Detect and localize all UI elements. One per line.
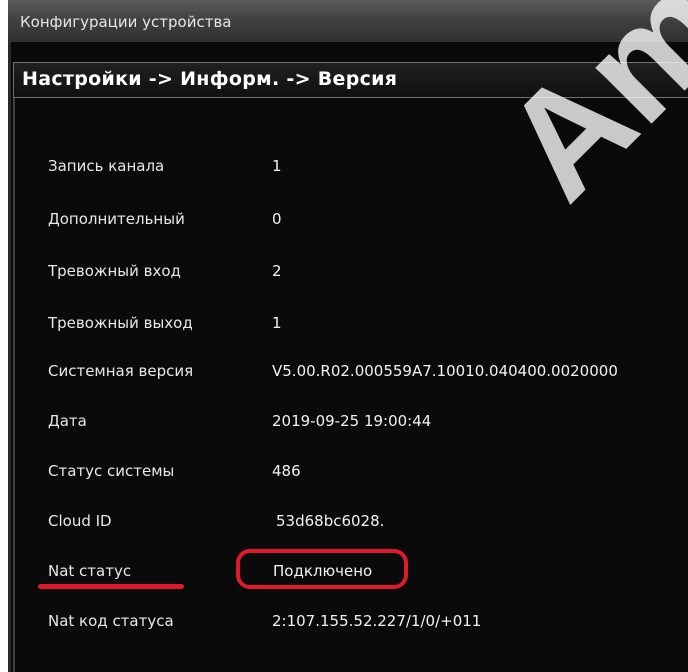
info-label: Nat статус: [48, 562, 132, 580]
device-config-window: Конфигурации устройства Настройки -> Инф…: [0, 0, 688, 672]
info-label: Запись канала: [48, 157, 165, 175]
info-label: Тревожный вход: [48, 262, 181, 280]
window-left-edge: [0, 0, 8, 672]
info-label: Дополнительный: [48, 210, 185, 228]
breadcrumb-text: Настройки -> Информ. -> Версия: [22, 68, 398, 90]
info-label: Cloud ID: [48, 512, 112, 530]
info-label: Статус системы: [48, 462, 175, 480]
info-label: Тревожный выход: [48, 314, 193, 332]
info-value: 2019-09-25 19:00:44: [272, 412, 432, 430]
window-titlebar[interactable]: Конфигурации устройства: [8, 0, 688, 43]
info-value: 486: [272, 462, 301, 480]
info-value: 2: [272, 262, 282, 280]
panel-inner-border: [13, 98, 15, 672]
breadcrumb: Настройки -> Информ. -> Версия: [13, 62, 688, 98]
info-value: 1: [272, 157, 282, 175]
info-value: 53d68bc6028.: [276, 512, 385, 530]
red-oval-annotation: [236, 549, 408, 589]
info-value: 0: [272, 210, 282, 228]
info-value: V5.00.R02.000559A7.10010.040400.0020000: [272, 362, 618, 380]
info-label: Дата: [48, 412, 87, 430]
window-title: Конфигурации устройства: [20, 13, 232, 31]
info-value: 2:107.155.52.227/1/0/+011: [272, 612, 482, 630]
info-value: 1: [272, 314, 282, 332]
info-label: Nat код статуса: [48, 612, 174, 630]
info-label: Системная версия: [48, 362, 194, 380]
red-underline-annotation: [38, 584, 184, 589]
